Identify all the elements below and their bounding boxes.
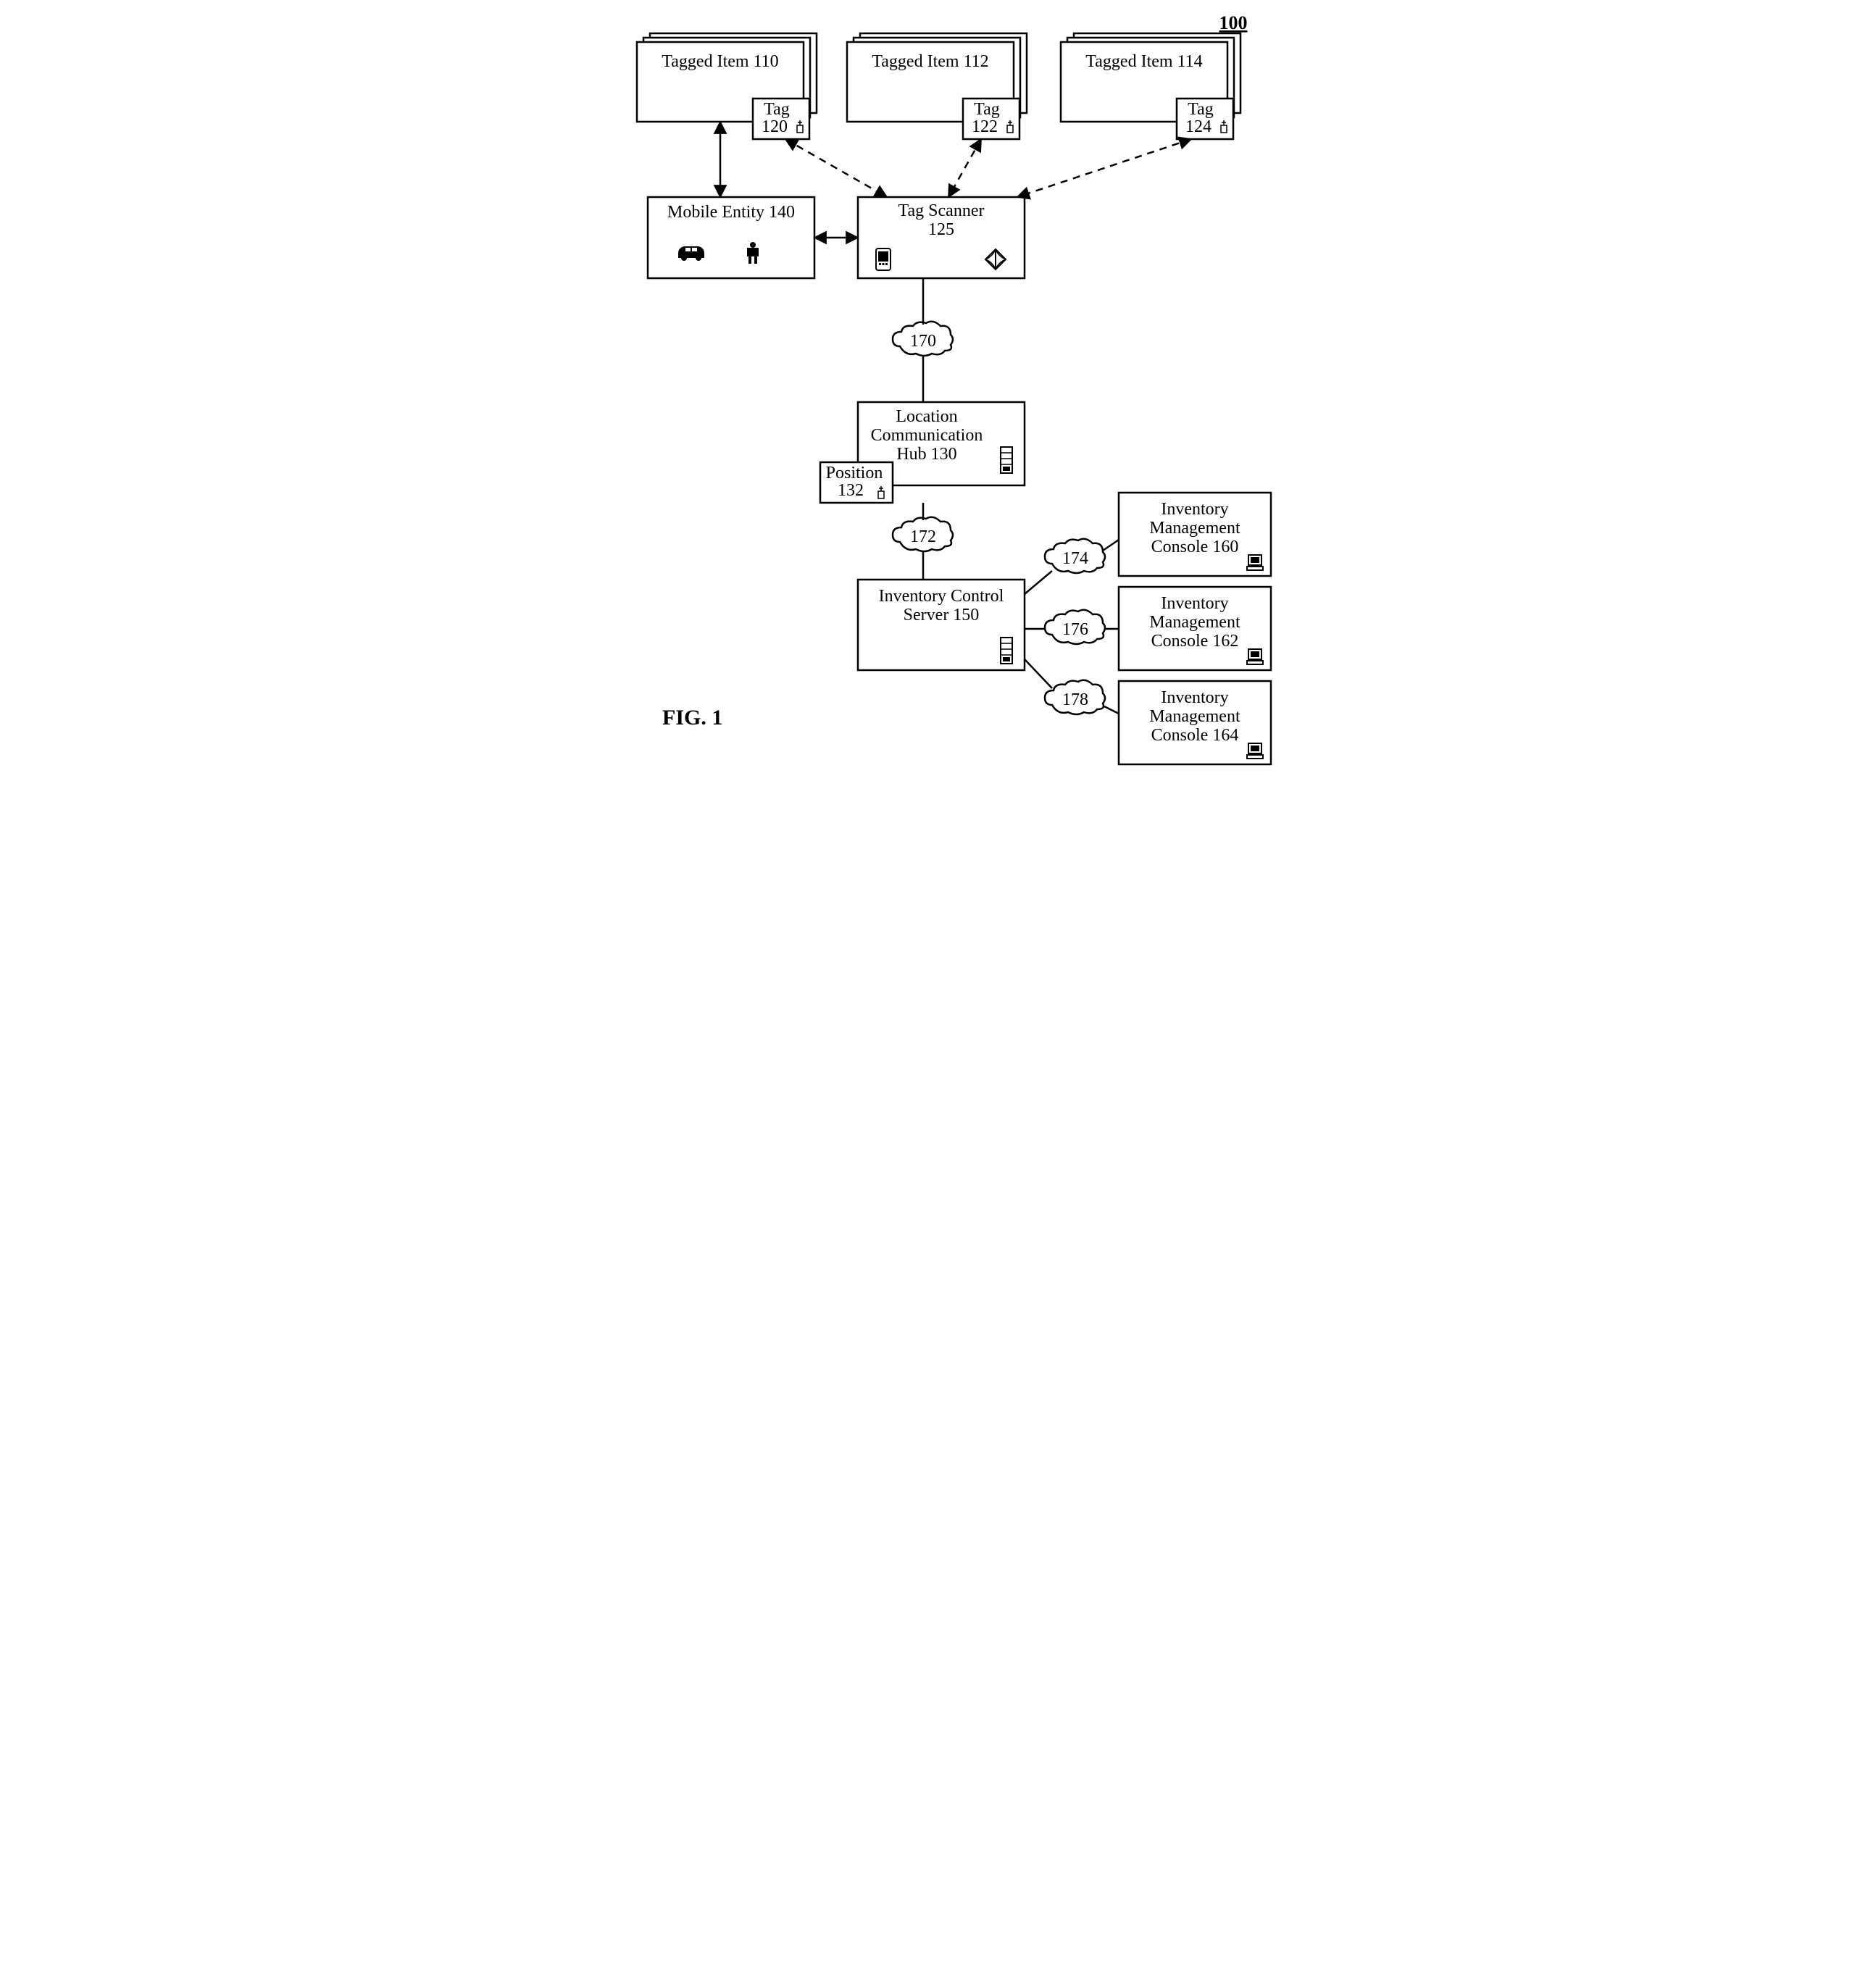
svg-text:Inventory: Inventory xyxy=(1161,500,1228,519)
svg-text:Console 164: Console 164 xyxy=(1151,726,1238,745)
node-tagged-item-114: Tagged Item 114 Tag124 xyxy=(1061,33,1240,139)
node-tag-scanner: Tag Scanner 125 xyxy=(858,197,1025,278)
svg-text:Location: Location xyxy=(896,407,957,426)
node-console-162: InventoryManagementConsole 162 xyxy=(1119,587,1271,670)
node-mobile-entity: Mobile Entity 140 xyxy=(648,197,814,278)
svg-text:170: 170 xyxy=(910,332,936,351)
node-location-hub: Location Communication Hub 130 Position1… xyxy=(820,402,1025,503)
node-console-164: InventoryManagementConsole 164 xyxy=(1119,681,1271,764)
svg-text:Management: Management xyxy=(1149,519,1240,538)
node-tagged-item-112: Tagged Item 112 Tag122 xyxy=(847,33,1027,139)
svg-text:125: 125 xyxy=(928,220,954,239)
server-icon xyxy=(1001,447,1012,473)
pda-icon xyxy=(876,248,891,270)
svg-text:Inventory: Inventory xyxy=(1161,688,1228,707)
svg-text:Management: Management xyxy=(1149,707,1240,726)
svg-text:122: 122 xyxy=(972,117,998,136)
node-inventory-server: Inventory Control Server 150 xyxy=(858,580,1025,670)
svg-text:Server 150: Server 150 xyxy=(903,606,979,625)
svg-text:Inventory Control: Inventory Control xyxy=(878,587,1004,606)
diagram-fig-1: 100 Tagged Item 110 Tag120 Tagged Item 1… xyxy=(568,0,1293,775)
svg-text:176: 176 xyxy=(1062,620,1088,639)
pc-icon xyxy=(1247,555,1263,570)
node-tagged-item-110: Tagged Item 110 Tag120 xyxy=(637,33,817,139)
antenna-icon xyxy=(1007,120,1013,133)
svg-text:Management: Management xyxy=(1149,613,1240,632)
svg-text:Hub 130: Hub 130 xyxy=(896,445,956,464)
svg-text:174: 174 xyxy=(1062,549,1088,568)
edge-tag120-scanner xyxy=(785,139,887,197)
svg-text:Tagged Item 110: Tagged Item 110 xyxy=(662,52,778,71)
edge-server-178 xyxy=(1025,659,1052,688)
antenna-icon xyxy=(1221,120,1227,133)
svg-text:Console 162: Console 162 xyxy=(1151,632,1238,651)
cloud-170: 170 xyxy=(893,322,953,356)
svg-text:124: 124 xyxy=(1185,117,1211,136)
figure-label: FIG. 1 xyxy=(662,706,722,730)
edge-tag124-scanner xyxy=(1017,139,1191,197)
svg-text:120: 120 xyxy=(762,117,788,136)
svg-text:172: 172 xyxy=(910,527,936,546)
svg-text:Console 160: Console 160 xyxy=(1151,538,1238,556)
cloud-174: 174 xyxy=(1045,539,1105,573)
svg-text:Position: Position xyxy=(825,464,883,483)
svg-text:178: 178 xyxy=(1062,690,1088,709)
cloud-172: 172 xyxy=(893,517,953,551)
edge-178-c164 xyxy=(1104,706,1119,714)
svg-text:Tag Scanner: Tag Scanner xyxy=(898,201,984,220)
svg-text:Tag: Tag xyxy=(764,100,790,119)
edge-174-c160 xyxy=(1103,540,1119,551)
antenna-icon xyxy=(797,120,803,133)
edge-server-174 xyxy=(1025,571,1052,594)
svg-text:Mobile Entity 140: Mobile Entity 140 xyxy=(667,203,795,222)
figure-number: 100 xyxy=(1219,12,1247,33)
pc-icon xyxy=(1247,649,1263,664)
svg-text:132: 132 xyxy=(838,481,864,500)
svg-text:Communication: Communication xyxy=(870,426,983,445)
node-console-160: InventoryManagementConsole 160 xyxy=(1119,493,1271,576)
server-icon xyxy=(1001,638,1012,664)
edge-tag122-scanner xyxy=(948,139,981,197)
antenna-icon xyxy=(878,486,884,498)
svg-text:Tagged Item 112: Tagged Item 112 xyxy=(872,52,988,71)
svg-text:Tagged Item 114: Tagged Item 114 xyxy=(1085,52,1202,71)
svg-text:Tag: Tag xyxy=(974,100,1000,119)
cloud-176: 176 xyxy=(1045,610,1105,644)
svg-text:Inventory: Inventory xyxy=(1161,594,1228,613)
svg-text:Tag: Tag xyxy=(1188,100,1214,119)
cloud-178: 178 xyxy=(1045,680,1105,714)
pc-icon xyxy=(1247,743,1263,759)
